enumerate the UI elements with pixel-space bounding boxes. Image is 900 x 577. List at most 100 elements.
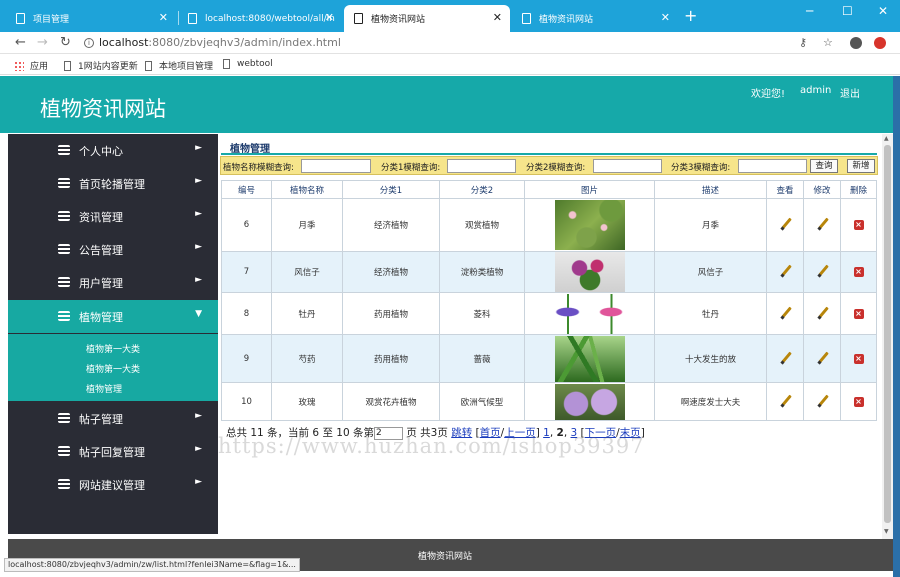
column-header: 删除 [840,180,877,199]
table-header-row: 编号 植物名称 分类1 分类2 图片 描述 查看 修改 删除 [221,180,877,199]
scroll-up-icon[interactable]: ▲ [884,135,889,142]
url-field[interactable]: i localhost:8080/zbvjeqhv3/admin/index.ht… [84,36,341,49]
cell-name: 玫瑰 [271,382,343,421]
bookmark-label: webtool [237,59,273,69]
maximize-icon[interactable]: ☐ [842,4,853,18]
delete-icon[interactable]: × [853,396,864,407]
delete-icon[interactable]: × [853,267,864,277]
stack-icon [58,277,70,287]
bookmark-webtool[interactable]: webtool [223,59,273,69]
delete-icon[interactable]: × [853,353,864,364]
search-label-cat2: 分类2模糊查询: [526,163,586,173]
submenu-item-category[interactable]: 植物第一大类 [86,362,140,375]
close-icon[interactable]: ✕ [661,12,670,23]
tab-webtool[interactable]: localhost:8080/webtool/all/in ✕ [178,5,342,32]
name-search-input[interactable] [301,159,371,173]
new-tab-button[interactable]: + [684,7,697,25]
profile-avatar-icon[interactable] [850,37,862,52]
close-icon[interactable]: ✕ [159,12,168,23]
sidebar-item-users[interactable]: 用户管理 ► [8,266,218,299]
sidebar-item-replies[interactable]: 帖子回复管理 ► [8,435,218,468]
cell-cat2: 欧洲气候型 [439,382,525,421]
cell-image [524,251,655,293]
bookmark-label: 1网站内容更新 [78,62,138,72]
delete-icon[interactable]: × [853,308,864,319]
scrollbar-thumb[interactable] [884,145,891,523]
site-header: 植物资讯网站 欢迎您! admin 退出 [0,76,893,133]
cell-image [524,198,655,252]
sidebar-item-announcements[interactable]: 公告管理 ► [8,233,218,266]
edit-pencil-icon[interactable] [817,218,828,229]
sidebar-item-posts[interactable]: 帖子管理 ► [8,402,218,435]
back-arrow-icon[interactable]: ← [15,35,26,50]
info-icon[interactable]: i [84,38,94,48]
delete-icon[interactable]: × [853,220,864,230]
cell-cat1: 药用植物 [342,334,440,383]
tab-plant-site-active[interactable]: 植物资讯网站 ✕ [344,5,510,32]
sidebar-item-suggestions[interactable]: 网站建议管理 ► [8,468,218,501]
edit-pencil-icon[interactable] [817,307,828,318]
extension-icon[interactable] [874,37,886,52]
edit-pencil-icon[interactable] [817,395,828,406]
watermark: https://www.huzhan.com/ishop39397 [218,434,645,458]
add-button[interactable]: 新增 [847,159,875,173]
scroll-down-icon[interactable]: ▼ [884,528,889,535]
star-icon[interactable]: ☆ [823,36,833,49]
submenu-item-category[interactable]: 植物第一大类 [86,342,140,355]
view-pencil-icon[interactable] [780,352,791,363]
close-icon[interactable]: ✕ [493,12,502,23]
cell-image [524,334,655,383]
column-header: 编号 [221,180,272,199]
cat1-search-input[interactable] [447,159,516,173]
minimize-icon[interactable]: ─ [806,4,813,18]
cell-cat1: 观赏花卉植物 [342,382,440,421]
cell-edit [803,251,841,293]
purple-flowers-image [554,252,625,292]
tab-project-admin[interactable]: 项目管理 ✕ [6,5,176,32]
view-pencil-icon[interactable] [780,395,791,406]
cell-name: 牡丹 [271,292,343,335]
sidebar-item-carousel[interactable]: 首页轮播管理 ► [8,167,218,200]
view-pencil-icon[interactable] [780,307,791,318]
cat2-search-input[interactable] [593,159,662,173]
bookmark-site-update[interactable]: 1网站内容更新 [64,59,138,72]
cell-id: 8 [221,292,272,335]
sidebar-item-plants[interactable]: 植物管理 ▼ [8,300,218,333]
sidebar-item-label: 帖子回复管理 [79,446,145,459]
stack-icon [58,178,70,188]
username-text: admin [800,85,832,96]
column-header: 描述 [654,180,767,199]
cell-id: 10 [221,382,272,421]
reload-icon[interactable]: ↻ [60,35,71,50]
status-bar-url: localhost:8080/zbvjeqhv3/admin/zw/list.h… [4,558,300,572]
cell-name: 芍药 [271,334,343,383]
sidebar-item-personal-center[interactable]: 个人中心 ► [8,134,218,167]
cell-view [766,292,804,335]
edit-pencil-icon[interactable] [817,352,828,363]
bookmark-apps[interactable]: 应用 [14,59,48,72]
submenu-item-plant-admin[interactable]: 植物管理 [86,382,122,395]
url-path: :8080/zbvjeqhv3/admin/index.html [148,36,341,49]
cat3-search-input[interactable] [738,159,807,173]
bookmark-local-projects[interactable]: 本地项目管理 [145,59,213,72]
close-icon[interactable]: ✕ [325,12,334,23]
view-pencil-icon[interactable] [780,218,791,229]
green-leaves-image [554,335,625,382]
sidebar-item-news[interactable]: 资讯管理 ► [8,200,218,233]
cell-cat2: 蔷薇 [439,334,525,383]
chevron-right-icon: ► [195,477,202,487]
key-icon[interactable]: ⚷ [799,36,807,49]
cell-cat2: 淀粉类植物 [439,251,525,293]
logout-link[interactable]: 退出 [840,85,860,100]
site-title: 植物资讯网站 [40,97,166,121]
view-pencil-icon[interactable] [780,265,791,276]
sidebar-item-label: 网站建议管理 [79,479,145,492]
edit-pencil-icon[interactable] [817,265,828,276]
tab-plant-site[interactable]: 植物资讯网站 ✕ [512,5,678,32]
sidebar-item-label: 个人中心 [79,145,123,158]
window-close-icon[interactable]: ✕ [878,4,888,18]
forward-arrow-icon[interactable]: → [37,35,48,50]
query-button[interactable]: 查询 [810,159,838,173]
column-header: 修改 [803,180,841,199]
page-icon [16,13,25,24]
